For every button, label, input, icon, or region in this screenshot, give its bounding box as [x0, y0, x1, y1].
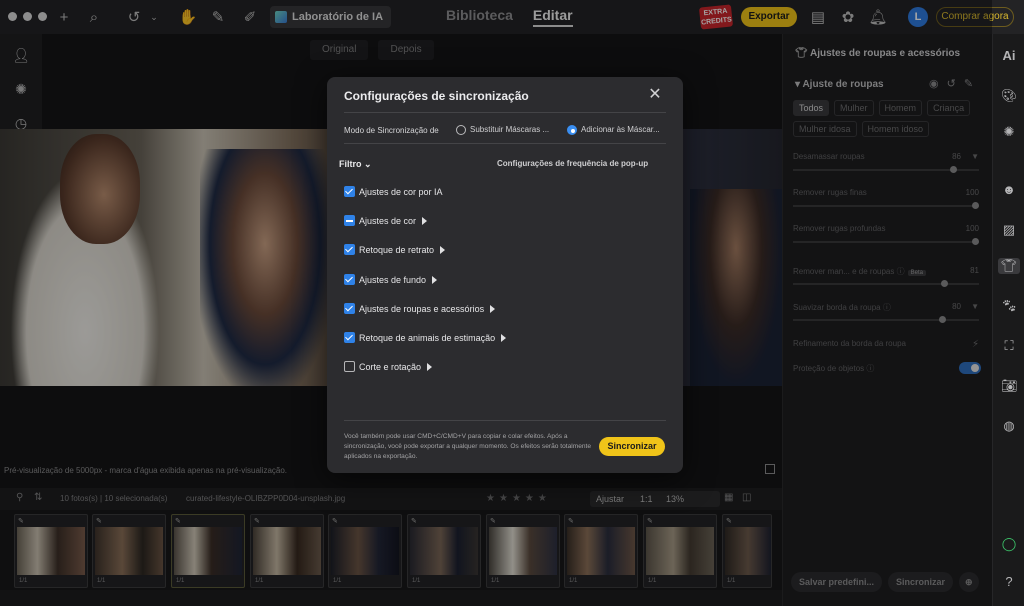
checkbox[interactable] — [344, 274, 355, 286]
ai-icon[interactable]: Ai — [1001, 48, 1017, 64]
dialog-note: Você também pode usar CMD+C/CMD+V para c… — [344, 433, 592, 460]
divider — [344, 112, 666, 113]
sync-settings-dialog: Configurações de sincronização ✕ Modo de… — [327, 77, 683, 473]
option-clothing[interactable]: Ajustes de roupas e acessórios — [344, 303, 496, 315]
expand-arrow-icon[interactable] — [422, 216, 428, 225]
expand-arrow-icon[interactable] — [427, 362, 433, 371]
option-pets[interactable]: Retoque de animais de estimação — [344, 332, 507, 344]
checkbox[interactable] — [344, 332, 355, 344]
option-ai-color[interactable]: Ajustes de cor por IA — [344, 186, 443, 198]
checkbox[interactable] — [344, 303, 355, 315]
lens-icon[interactable]: ◍ — [1001, 418, 1017, 434]
tool-rail: Ai 🎨︎ ✺ ☻ ▨ 👕︎ 🐾︎ ⛶ 📷︎ ◍ ◯ ? — [992, 34, 1024, 606]
background-icon[interactable]: ▨ — [1001, 222, 1017, 238]
checkbox[interactable] — [344, 244, 355, 256]
expand-arrow-icon[interactable] — [432, 275, 438, 284]
popup-frequency-link[interactable]: Configurações de frequência de pop-up — [497, 159, 648, 168]
checkbox[interactable] — [344, 186, 355, 198]
close-icon[interactable]: ✕ — [645, 85, 665, 105]
sync-mode-label: Modo de Sincronização de — [344, 126, 439, 135]
radio-dot — [456, 125, 466, 135]
expand-arrow-icon[interactable] — [490, 304, 496, 313]
clothing-icon[interactable]: 👕︎ — [998, 258, 1020, 274]
sync-button[interactable]: Sincronizar — [599, 437, 665, 456]
progress-ring-icon[interactable]: ◯ — [1001, 536, 1017, 552]
checkbox[interactable] — [344, 215, 355, 227]
radio-replace-masks[interactable]: Substituir Máscaras ... — [456, 125, 549, 135]
expand-arrow-icon[interactable] — [501, 333, 507, 342]
option-color[interactable]: Ajustes de cor — [344, 215, 428, 227]
sparkle-icon[interactable]: ✺ — [1001, 124, 1017, 140]
option-portrait[interactable]: Retoque de retrato — [344, 244, 446, 256]
paw-icon[interactable]: 🐾︎ — [1001, 298, 1018, 314]
camera-icon[interactable]: 📷︎ — [1001, 378, 1018, 394]
radio-dot — [567, 125, 577, 135]
checkbox[interactable] — [344, 361, 355, 373]
palette-icon[interactable]: 🎨︎ — [1001, 88, 1018, 104]
help-icon[interactable]: ? — [1001, 574, 1017, 590]
filter-dropdown[interactable]: Filtro ⌄ — [339, 159, 372, 170]
radio-add-masks[interactable]: Adicionar às Máscar... — [567, 125, 660, 135]
expand-arrow-icon[interactable] — [440, 245, 446, 254]
divider — [344, 420, 666, 421]
option-crop[interactable]: Corte e rotação — [344, 361, 433, 373]
chevron-down-icon: ⌄ — [364, 159, 372, 169]
crop-icon[interactable]: ⛶ — [1001, 338, 1017, 354]
portrait-icon[interactable]: ☻ — [1001, 182, 1017, 198]
divider — [344, 143, 666, 144]
option-background[interactable]: Ajustes de fundo — [344, 274, 438, 286]
dialog-title: Configurações de sincronização — [344, 89, 529, 103]
